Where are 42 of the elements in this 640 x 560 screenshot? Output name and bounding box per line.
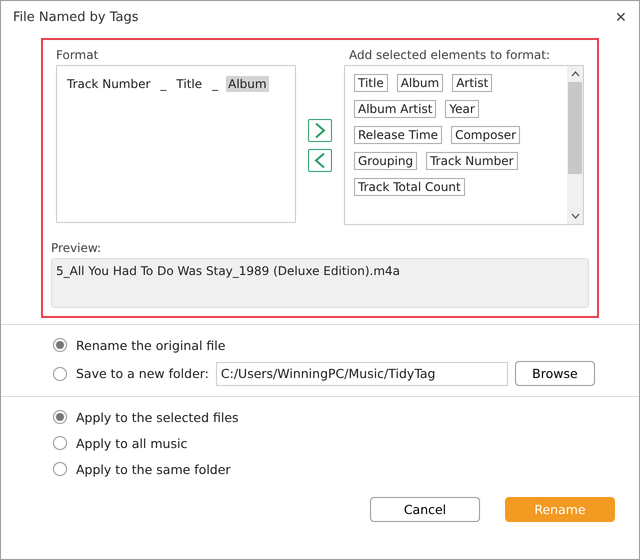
remove-button[interactable] (308, 149, 332, 172)
radio-button[interactable] (53, 462, 67, 476)
tag-chip[interactable]: Track Number (426, 152, 518, 170)
tag-chip[interactable]: Year (445, 100, 479, 118)
tag-chip[interactable]: Artist (452, 74, 492, 92)
radio-label[interactable]: Apply to the same folder (76, 462, 231, 476)
radio-button[interactable] (53, 366, 67, 380)
format-token[interactable]: _ (210, 76, 220, 92)
chevron-left-icon (314, 152, 326, 169)
radio-button[interactable] (53, 338, 67, 352)
scroll-up-icon[interactable] (570, 71, 580, 77)
format-token[interactable]: _ (158, 76, 168, 92)
radio-label[interactable]: Save to a new folder: (76, 366, 209, 381)
cancel-button[interactable]: Cancel (370, 497, 480, 522)
format-token[interactable]: Album (226, 76, 269, 92)
format-token[interactable]: Track Number (65, 76, 152, 92)
radio-label[interactable]: Apply to the selected files (76, 410, 239, 424)
radio-button[interactable] (53, 410, 67, 424)
tag-chip[interactable]: Composer (451, 126, 520, 144)
radio-label[interactable]: Rename the original file (76, 338, 226, 352)
format-token[interactable]: Title (174, 76, 204, 92)
add-button[interactable] (308, 119, 332, 142)
tag-chip[interactable]: Release Time (354, 126, 442, 144)
chevron-right-icon (314, 122, 326, 139)
tag-chip[interactable]: Album (396, 74, 444, 92)
window-title: File Named by Tags (13, 10, 138, 24)
preview-label: Preview: (51, 241, 102, 255)
format-field[interactable]: Track Number _ Title _ Album (56, 65, 296, 223)
scrollbar[interactable] (567, 66, 583, 224)
scroll-down-icon[interactable] (570, 213, 580, 219)
tag-chip[interactable]: Album Artist (354, 100, 436, 118)
browse-button[interactable]: Browse (514, 361, 595, 386)
elements-label: Add selected elements to format: (348, 48, 552, 62)
preview-field: 5_All You Had To Do Was Stay_1989 (Deluxe Edition).m4a (51, 258, 589, 308)
folder-path-field[interactable]: C:/Users/WinningPC/Music/TidyTag (216, 362, 508, 386)
tag-chip[interactable]: Title (354, 74, 388, 92)
radio-label[interactable]: Apply to all music (76, 436, 188, 450)
format-label: Format (55, 48, 100, 62)
radio-button[interactable] (53, 436, 67, 450)
tag-chip[interactable]: Track Total Count (354, 178, 465, 196)
tag-chip[interactable]: Grouping (354, 152, 418, 170)
close-button[interactable]: ✕ (615, 9, 627, 25)
